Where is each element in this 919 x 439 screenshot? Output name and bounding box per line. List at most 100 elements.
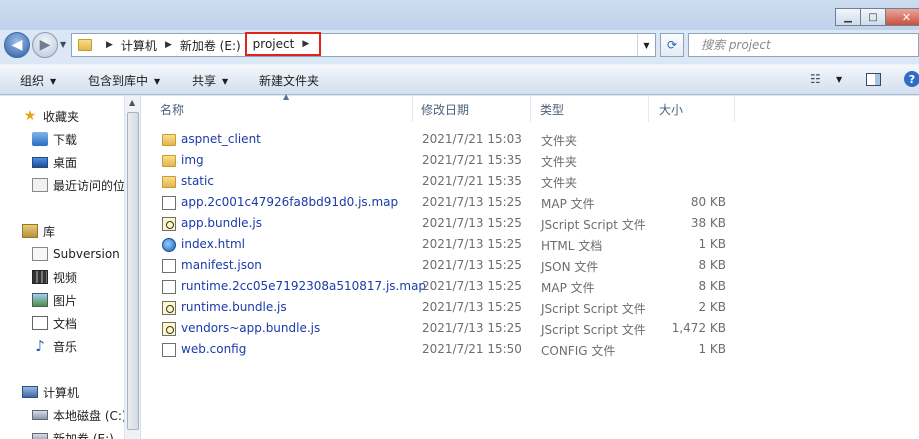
address-history-dropdown[interactable]: ▼ xyxy=(637,34,655,56)
maximize-button[interactable]: □ xyxy=(860,8,886,26)
nav-scrollbar[interactable]: ▲ xyxy=(124,96,140,439)
nav-music[interactable]: ♪ 音乐 xyxy=(32,336,77,356)
nav-pictures-label: 图片 xyxy=(53,293,78,308)
file-row[interactable]: runtime.bundle.js 2021/7/13 15:25 JScript … xyxy=(141,297,741,318)
file-row[interactable]: img 2021/7/21 15:35 文件夹 xyxy=(141,150,741,171)
subversion-library-icon xyxy=(32,247,48,261)
file-name[interactable]: app.2c001c47926fa8bd91d0.js.map xyxy=(181,195,398,209)
share-label: 共享 xyxy=(192,74,217,88)
nav-local-disk-c[interactable]: 本地磁盘 (C:) xyxy=(32,405,127,425)
new-folder-button[interactable]: 新建文件夹 xyxy=(259,72,319,89)
views-icon[interactable]: ☷ xyxy=(810,72,821,86)
folder-icon xyxy=(162,176,176,188)
nav-pictures[interactable]: 图片 xyxy=(32,290,77,310)
preview-pane-icon[interactable] xyxy=(866,73,881,86)
file-name[interactable]: static xyxy=(181,174,214,188)
navigation-pane: ★ 收藏夹 下载 桌面 最近访问的位置 库 Subversion 视频 图片 文… xyxy=(0,96,141,439)
organize-menu[interactable]: 组织 ▼ xyxy=(20,72,56,89)
column-header-size[interactable]: 大小 xyxy=(649,96,735,122)
file-name[interactable]: manifest.json xyxy=(181,258,262,272)
file-name[interactable]: index.html xyxy=(181,237,245,251)
file-type: JScript Script 文件 xyxy=(541,323,646,337)
column-header-type[interactable]: 类型 xyxy=(531,96,649,122)
close-button[interactable]: ✕ xyxy=(885,8,919,26)
folder-icon xyxy=(162,134,176,146)
nav-new-volume-label: 新加卷 (E:) xyxy=(53,431,114,439)
breadcrumb-project-highlighted[interactable]: project ▶ xyxy=(244,32,322,56)
nav-subversion[interactable]: Subversion xyxy=(32,244,120,264)
file-row[interactable]: web.config 2021/7/21 15:50 CONFIG 文件 1 KB xyxy=(141,339,741,360)
download-folder-icon xyxy=(32,132,48,146)
maximize-icon: □ xyxy=(868,11,878,23)
share-menu[interactable]: 共享 ▼ xyxy=(192,72,228,89)
breadcrumb-separator[interactable]: ▶ xyxy=(165,40,172,50)
nav-videos[interactable]: 视频 xyxy=(32,267,77,287)
file-name[interactable]: img xyxy=(181,153,204,167)
script-icon xyxy=(162,301,176,315)
search-box[interactable] xyxy=(688,33,919,57)
search-input[interactable] xyxy=(701,38,918,52)
star-icon: ★ xyxy=(23,108,37,124)
file-name[interactable]: runtime.2cc05e7192308a510817.js.map xyxy=(181,279,426,293)
back-arrow-icon: ◀ xyxy=(11,37,23,53)
file-row[interactable]: index.html 2021/7/13 15:25 HTML 文档 1 KB xyxy=(141,234,741,255)
include-in-library-menu[interactable]: 包含到库中 ▼ xyxy=(88,72,160,89)
nav-libraries[interactable]: 库 xyxy=(22,221,55,241)
nav-computer-label: 计算机 xyxy=(43,385,80,400)
forward-button[interactable]: ▶ xyxy=(32,32,58,58)
nav-music-label: 音乐 xyxy=(53,339,78,354)
breadcrumb-computer[interactable]: 计算机 xyxy=(121,37,157,54)
views-dropdown[interactable]: ▼ xyxy=(836,75,842,84)
documents-library-icon xyxy=(32,316,48,330)
file-name[interactable]: aspnet_client xyxy=(181,132,261,146)
title-bar: ▁ □ ✕ xyxy=(0,0,919,30)
file-row[interactable]: static 2021/7/21 15:35 文件夹 xyxy=(141,171,741,192)
nav-recent-places[interactable]: 最近访问的位置 xyxy=(32,175,137,195)
breadcrumb-project[interactable]: project xyxy=(253,37,295,51)
file-row[interactable]: runtime.2cc05e7192308a510817.js.map 2021/… xyxy=(141,276,741,297)
back-button[interactable]: ◀ xyxy=(4,32,30,58)
file-list: ▲ 名称 修改日期 类型 大小 aspnet_client 2021/7/21 1… xyxy=(141,92,919,439)
file-name[interactable]: app.bundle.js xyxy=(181,216,262,230)
file-row[interactable]: aspnet_client 2021/7/21 15:03 文件夹 xyxy=(141,129,741,150)
file-modified: 2021/7/21 15:50 xyxy=(422,342,522,356)
scroll-up-icon[interactable]: ▲ xyxy=(129,98,135,107)
nav-downloads[interactable]: 下载 xyxy=(32,129,77,149)
file-row[interactable]: app.bundle.js 2021/7/13 15:25 JScript Scri… xyxy=(141,213,741,234)
folder-icon xyxy=(78,39,92,51)
nav-documents[interactable]: 文档 xyxy=(32,313,77,333)
refresh-button[interactable]: ⟳ xyxy=(660,33,684,57)
music-note-icon: ♪ xyxy=(35,337,45,355)
file-type: JSON 文件 xyxy=(541,260,599,274)
file-size: 8 KB xyxy=(698,258,726,272)
nav-computer[interactable]: 计算机 xyxy=(22,382,79,402)
chevron-down-icon: ▼ xyxy=(50,77,57,86)
recent-pages-dropdown[interactable]: ▼ xyxy=(60,40,66,49)
breadcrumb-separator[interactable]: ▶ xyxy=(106,40,113,50)
file-type: CONFIG 文件 xyxy=(541,344,616,358)
file-modified: 2021/7/13 15:25 xyxy=(422,237,522,251)
column-header-name[interactable]: 名称 xyxy=(141,96,413,122)
file-name[interactable]: runtime.bundle.js xyxy=(181,300,287,314)
file-type: HTML 文档 xyxy=(541,239,603,253)
breadcrumb-drive-e[interactable]: 新加卷 (E:) xyxy=(180,37,241,54)
nav-desktop[interactable]: 桌面 xyxy=(32,152,77,172)
file-row[interactable]: vendors~app.bundle.js 2021/7/13 15:25 JScr… xyxy=(141,318,741,339)
window-controls: ▁ □ ✕ xyxy=(835,8,919,26)
file-icon xyxy=(162,259,176,273)
file-name[interactable]: web.config xyxy=(181,342,246,356)
file-name[interactable]: vendors~app.bundle.js xyxy=(181,321,320,335)
file-type: MAP 文件 xyxy=(541,197,595,211)
breadcrumb-separator[interactable]: ▶ xyxy=(302,39,309,49)
file-modified: 2021/7/21 15:35 xyxy=(422,174,522,188)
help-icon[interactable]: ? xyxy=(904,71,919,87)
nav-new-volume-e[interactable]: 新加卷 (E:) xyxy=(32,428,114,439)
file-row[interactable]: app.2c001c47926fa8bd91d0.js.map 2021/7/13… xyxy=(141,192,741,213)
address-bar[interactable]: ▶ 计算机 ▶ 新加卷 (E:) project ▶ ▼ xyxy=(71,32,656,57)
minimize-button[interactable]: ▁ xyxy=(835,8,861,26)
folder-icon xyxy=(162,155,176,167)
scrollbar-thumb[interactable] xyxy=(127,112,139,430)
column-header-modified[interactable]: 修改日期 xyxy=(413,96,531,122)
nav-favorites[interactable]: ★ 收藏夹 xyxy=(22,106,79,126)
file-row[interactable]: manifest.json 2021/7/13 15:25 JSON 文件 8 KB xyxy=(141,255,741,276)
